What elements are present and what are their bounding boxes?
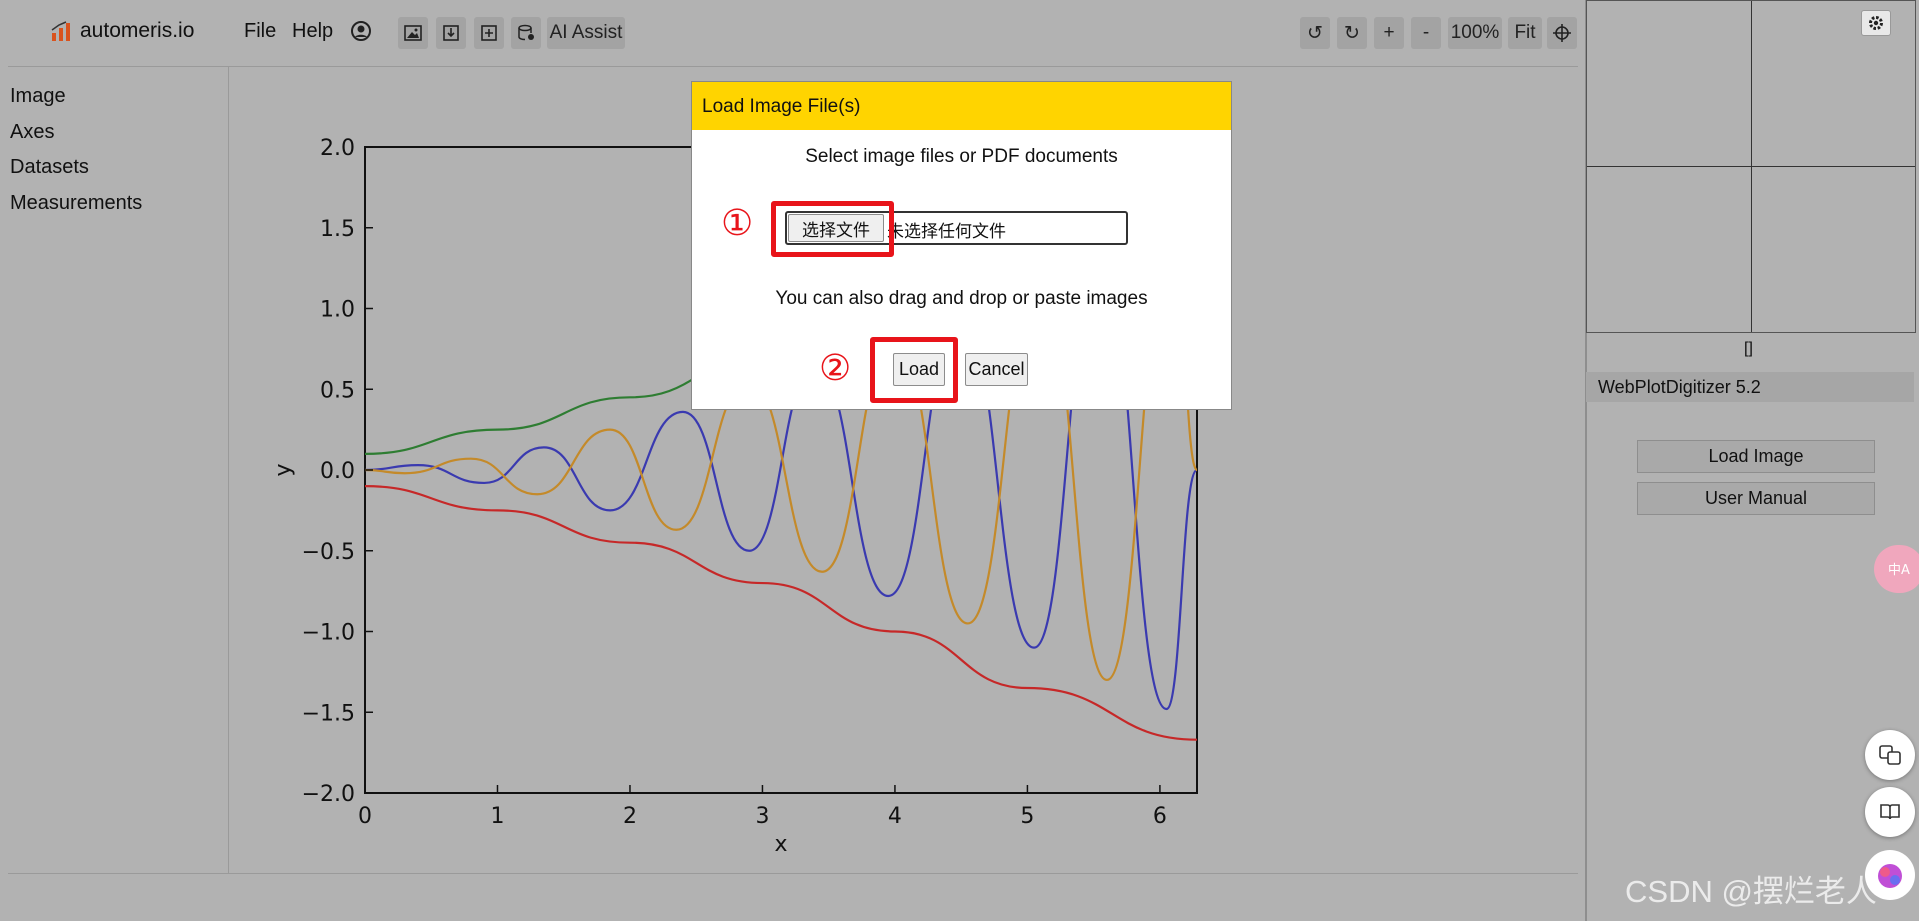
top-toolbar: automeris.io File Help AI Assist ↺ ↻ + -…	[0, 0, 1585, 66]
y-tick-label: −0.5	[302, 540, 355, 565]
magnifier-view	[1586, 0, 1916, 333]
x-tick-label: 4	[888, 804, 902, 829]
y-tick-label: 1.0	[320, 298, 355, 323]
highlight-box-choose	[771, 201, 894, 257]
nav-datasets[interactable]: Datasets	[10, 156, 89, 179]
y-tick-label: 2.0	[320, 136, 355, 161]
x-tick-label: 2	[623, 804, 637, 829]
reader-button[interactable]	[1865, 787, 1915, 837]
selection-readout: []	[1744, 340, 1753, 357]
y-tick-label: 0.0	[320, 459, 355, 484]
menu-help[interactable]: Help	[292, 20, 333, 43]
load-image-button[interactable]: Load Image	[1637, 440, 1875, 473]
app-name: automeris.io	[80, 19, 195, 42]
x-tick-label: 3	[755, 804, 769, 829]
dataset-icon[interactable]	[511, 17, 541, 49]
image-icon[interactable]	[398, 17, 428, 49]
nav-measurements[interactable]: Measurements	[10, 192, 142, 215]
rotate-right-button[interactable]: ↻	[1337, 17, 1367, 49]
step-2-marker: ②	[819, 347, 852, 388]
y-tick-label: −1.0	[302, 621, 355, 646]
fit-button[interactable]: Fit	[1508, 17, 1542, 49]
y-tick-label: 0.5	[320, 378, 355, 403]
crosshair-horizontal	[1587, 166, 1915, 167]
add-box-icon[interactable]	[474, 17, 504, 49]
y-axis-label: y	[271, 463, 296, 476]
user-manual-button[interactable]: User Manual	[1637, 482, 1875, 515]
zoom-out-button[interactable]: -	[1411, 17, 1441, 49]
nav-image[interactable]: Image	[10, 85, 66, 108]
translate-icon	[1879, 745, 1901, 765]
menu-file[interactable]: File	[244, 20, 276, 43]
bottom-divider	[8, 873, 1578, 874]
dialog-subtitle: Select image files or PDF documents	[805, 146, 1118, 167]
account-icon[interactable]	[350, 20, 372, 47]
book-icon	[1880, 804, 1900, 820]
step-1-marker: ①	[721, 202, 754, 243]
drag-drop-hint: You can also drag and drop or paste imag…	[775, 288, 1148, 309]
left-sidebar	[0, 66, 229, 874]
y-tick-label: −1.5	[302, 701, 355, 726]
highlight-box-load	[870, 337, 958, 403]
watermark: CSDN @摆烂老人	[1625, 874, 1877, 909]
ai-assist-button[interactable]: AI Assist	[547, 17, 625, 49]
app-logo[interactable]: automeris.io	[50, 19, 194, 43]
svg-text:中A: 中A	[1888, 563, 1910, 578]
no-file-label: 未选择任何文件	[887, 222, 1006, 241]
translate-icon: 中A	[1888, 563, 1910, 578]
cancel-button[interactable]: Cancel	[965, 353, 1028, 386]
x-tick-label: 0	[358, 804, 372, 829]
bar-chart-icon	[51, 21, 70, 41]
rotate-left-button[interactable]: ↺	[1300, 17, 1330, 49]
x-tick-label: 5	[1020, 804, 1034, 829]
nav-axes[interactable]: Axes	[10, 121, 54, 144]
crosshair-icon[interactable]	[1547, 17, 1577, 49]
translate-side-button[interactable]	[1865, 730, 1915, 780]
version-label: WebPlotDigitizer 5.2	[1586, 372, 1914, 402]
gear-icon	[1869, 16, 1883, 30]
import-icon[interactable]	[436, 17, 466, 49]
dialog-title: Load Image File(s)	[692, 82, 1231, 130]
x-tick-label: 6	[1153, 804, 1167, 829]
y-tick-label: 1.5	[320, 217, 355, 242]
toolbar-divider	[8, 66, 1578, 67]
translate-float-button[interactable]: 中A	[1874, 545, 1919, 593]
series-line-1	[364, 485, 1198, 741]
y-tick-label: −2.0	[302, 782, 355, 807]
x-axis-label: x	[774, 832, 787, 857]
zoom-level[interactable]: 100%	[1448, 17, 1502, 49]
zoom-in-button[interactable]: +	[1374, 17, 1404, 49]
x-tick-label: 1	[490, 804, 504, 829]
settings-button[interactable]	[1861, 10, 1891, 36]
load-image-dialog: Load Image File(s) Select image files or…	[691, 81, 1232, 410]
